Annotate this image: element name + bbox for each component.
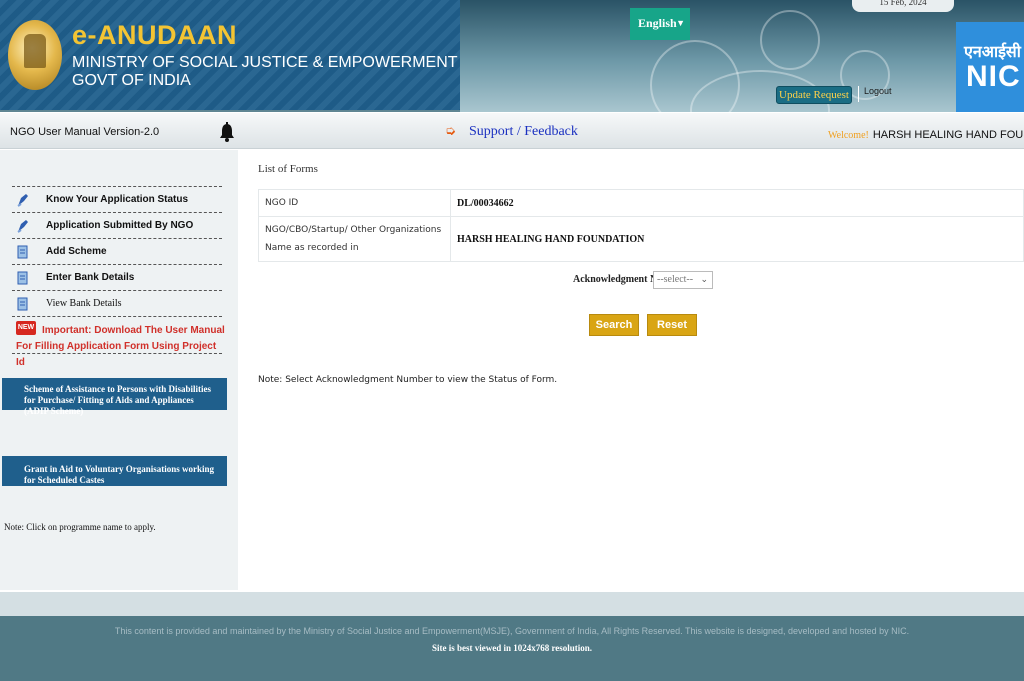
support-feedback-link[interactable]: Support / Feedback xyxy=(469,124,578,140)
language-select[interactable]: English ▼ xyxy=(630,8,690,40)
table-row: NGO/CBO/Startup/ Other Organizations Nam… xyxy=(258,216,1024,262)
sidebar-item-know-application-status[interactable]: Know Your Application Status xyxy=(12,186,222,212)
national-emblem-logo xyxy=(8,20,62,90)
site-footer: This content is provided and maintained … xyxy=(0,616,1024,681)
sidebar-item-enter-bank-details[interactable]: Enter Bank Details xyxy=(12,264,222,290)
scheme-adip-link[interactable]: Scheme of Assistance to Persons with Dis… xyxy=(2,378,227,416)
acknowledgment-select[interactable]: --select-- ⌄ xyxy=(653,271,713,289)
sidebar-item-add-scheme[interactable]: Add Scheme xyxy=(12,238,222,264)
pointing-hand-icon: ➭ xyxy=(445,123,456,138)
language-value: English xyxy=(638,16,677,30)
decorative-swirl xyxy=(760,10,820,70)
acknowledgment-select-value: --select-- xyxy=(657,274,694,285)
nic-logo: एनआईसी NIC xyxy=(956,22,1024,112)
site-header: e-ANUDAAN MINISTRY OF SOCIAL JUSTICE & E… xyxy=(0,0,1024,112)
nic-hindi-text: एनआईसी xyxy=(964,42,1021,61)
page-title: List of Forms xyxy=(258,163,318,175)
footer-copyright: This content is provided and maintained … xyxy=(114,626,910,636)
sidebar-item-label: Know Your Application Status xyxy=(46,194,189,205)
logout-link[interactable]: Logout xyxy=(864,86,892,96)
site-title: e-ANUDAAN xyxy=(72,20,237,50)
programme-note: Note: Click on programme name to apply. xyxy=(4,522,156,532)
sidebar-item-label: Enter Bank Details xyxy=(46,272,135,283)
ngo-id-label: NGO ID xyxy=(258,189,451,217)
sidebar-item-label: Application Submitted By NGO xyxy=(46,220,194,231)
government-name: GOVT OF INDIA xyxy=(72,72,191,89)
document-icon xyxy=(17,297,28,311)
document-icon xyxy=(17,245,28,259)
nic-text: NIC xyxy=(966,60,1021,93)
user-manual-link[interactable]: NGO User Manual Version-2.0 xyxy=(10,126,159,138)
header-branding: e-ANUDAAN MINISTRY OF SOCIAL JUSTICE & E… xyxy=(0,0,460,110)
header-separator xyxy=(858,86,859,102)
ngo-info-table: NGO ID DL/00034662 NGO/CBO/Startup/ Othe… xyxy=(258,189,1024,262)
document-icon xyxy=(17,271,28,285)
org-name-value: HARSH HEALING HAND FOUNDATION xyxy=(450,216,1024,262)
update-request-button[interactable]: Update Request xyxy=(776,86,852,104)
org-name-label: NGO/CBO/Startup/ Other Organizations Nam… xyxy=(258,216,451,262)
sidebar-item-application-submitted[interactable]: Application Submitted By NGO xyxy=(12,212,222,238)
chevron-down-icon: ⌄ xyxy=(700,274,708,284)
acknowledgment-note: Note: Select Acknowledgment Number to vi… xyxy=(258,375,558,385)
bell-icon[interactable] xyxy=(219,122,235,142)
user-organisation-name: HARSH HEALING HAND FOUNDATION xyxy=(872,129,1024,141)
download-user-manual-link[interactable]: NEW Important: Download The User Manual … xyxy=(12,316,225,368)
sidebar-item-view-bank-details[interactable]: View Bank Details xyxy=(12,290,222,316)
download-manual-text: Important: Download The User Manual For … xyxy=(16,325,225,368)
search-button[interactable]: Search xyxy=(589,314,639,336)
ministry-name: MINISTRY OF SOCIAL JUSTICE & EMPOWERMENT xyxy=(72,54,458,71)
reset-button[interactable]: Reset xyxy=(647,314,697,336)
sidebar-item-label: View Bank Details xyxy=(46,298,122,309)
scheme-scheduled-castes-link[interactable]: Grant in Aid to Voluntary Organisations … xyxy=(2,456,227,486)
table-row: NGO ID DL/00034662 xyxy=(258,189,1024,217)
welcome-label: Welcome! xyxy=(828,130,869,141)
sidebar-item-label: Add Scheme xyxy=(46,246,107,257)
welcome-message: Welcome! HARSH HEALING HAND FOUNDATION xyxy=(828,125,1024,143)
dropdown-arrow-icon: ▼ xyxy=(676,18,685,28)
ngo-id-value: DL/00034662 xyxy=(450,189,1024,217)
footer-resolution-note: Site is best viewed in 1024x768 resoluti… xyxy=(431,643,593,653)
header-banner xyxy=(460,0,1024,112)
footer-divider xyxy=(0,592,1024,616)
top-bar: NGO User Manual Version-2.0 ➭ Support / … xyxy=(0,113,1024,149)
emblem-lions-icon xyxy=(24,34,46,68)
pen-icon xyxy=(17,220,28,233)
pen-icon xyxy=(17,194,28,207)
current-date: 15 Feb, 2024 xyxy=(852,0,954,12)
